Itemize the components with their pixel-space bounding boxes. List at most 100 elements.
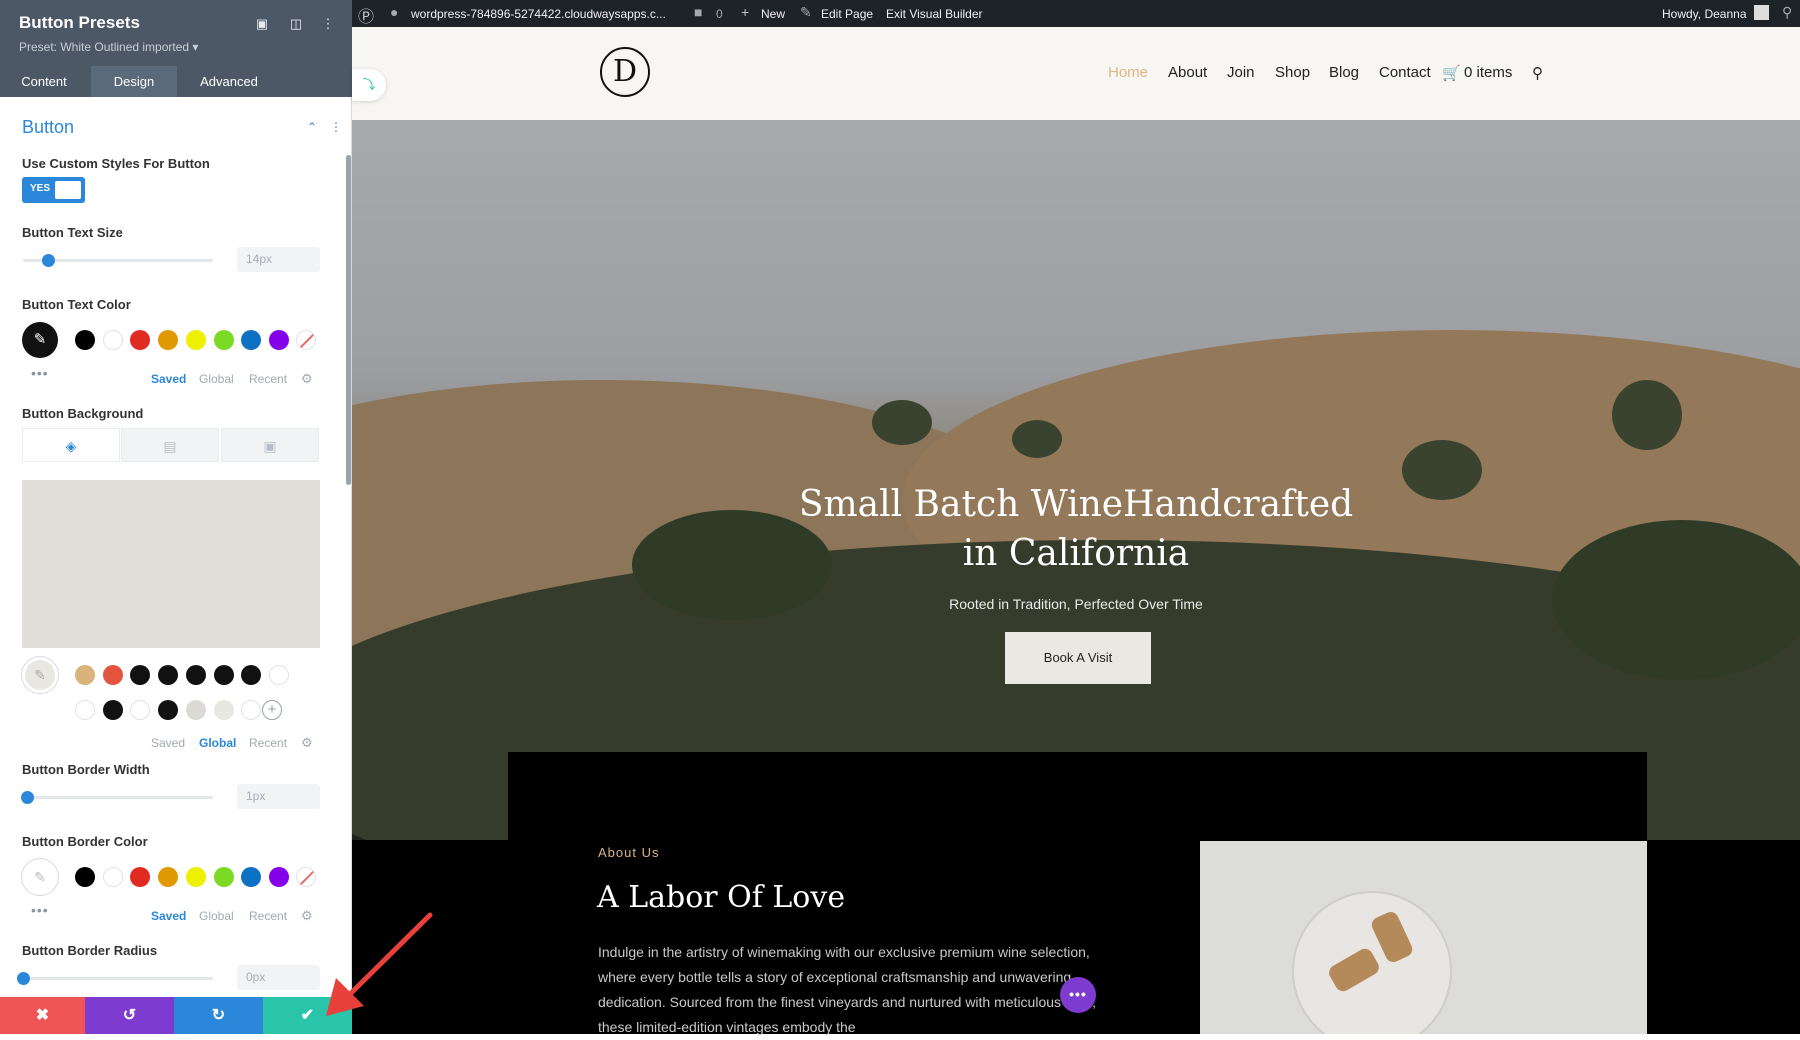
border-width-slider[interactable]	[23, 796, 213, 799]
panel-scrollbar[interactable]	[346, 155, 351, 485]
color-tab-global[interactable]: Global	[199, 372, 234, 386]
background-gradient-tab-icon[interactable]: ▤	[121, 428, 219, 462]
border-width-slider-thumb[interactable]	[20, 791, 34, 804]
color-swatch[interactable]	[213, 867, 234, 887]
background-image-tab-icon[interactable]: ▣	[221, 428, 319, 462]
site-name-link[interactable]: wordpress-784896-5274422.cloudwaysapps.c…	[411, 7, 666, 21]
color-swatch[interactable]	[185, 867, 206, 887]
color-swatch[interactable]	[75, 867, 95, 887]
text-size-slider-thumb[interactable]	[41, 254, 55, 267]
gear-icon[interactable]: ⚙	[301, 371, 313, 387]
color-swatch[interactable]	[102, 867, 123, 887]
color-swatch[interactable]	[102, 330, 123, 350]
bg-color-tab-saved[interactable]: Saved	[151, 736, 185, 750]
comments-count[interactable]: 0	[716, 7, 723, 21]
nav-join[interactable]: Join	[1227, 64, 1255, 81]
no-color-swatch[interactable]	[296, 330, 316, 350]
border-radius-input[interactable]: 0px	[237, 965, 320, 990]
color-swatch[interactable]	[268, 330, 289, 350]
builder-handle-icon[interactable]: ⤵	[352, 69, 386, 101]
more-swatches-icon[interactable]: •••	[31, 365, 49, 381]
global-color-swatch[interactable]	[158, 665, 179, 685]
cancel-button[interactable]: ✖	[0, 997, 85, 1034]
preset-selector[interactable]: Preset: White Outlined imported ▾	[19, 40, 198, 54]
color-swatch[interactable]	[75, 330, 95, 350]
background-color-preview[interactable]	[22, 480, 320, 648]
expand-icon[interactable]: ▣	[252, 14, 272, 34]
more-options-icon[interactable]: ⋮	[318, 14, 338, 34]
nav-home[interactable]: Home	[1108, 64, 1148, 81]
bg-color-tab-global[interactable]: Global	[199, 736, 236, 750]
global-color-swatch[interactable]	[75, 700, 95, 720]
tab-content[interactable]: Content	[0, 66, 88, 97]
no-color-swatch[interactable]	[296, 867, 316, 887]
pencil-icon[interactable]: ✎	[800, 4, 812, 21]
undo-button[interactable]: ↺	[85, 997, 174, 1034]
border-more-swatches-icon[interactable]: •••	[31, 902, 49, 918]
user-greeting[interactable]: Howdy, Deanna	[1662, 7, 1747, 21]
site-search-icon[interactable]: ⚲	[1532, 64, 1543, 82]
book-visit-button[interactable]: Book A Visit	[1005, 632, 1151, 684]
sidebar-toggle-icon[interactable]: ◫	[286, 14, 306, 34]
tab-design[interactable]: Design	[91, 66, 177, 97]
add-color-icon[interactable]: +	[262, 700, 282, 720]
site-logo[interactable]: D	[600, 47, 650, 97]
border-gear-icon[interactable]: ⚙	[301, 908, 313, 924]
group-title[interactable]: Button	[22, 117, 74, 138]
bg-gear-icon[interactable]: ⚙	[301, 735, 313, 751]
eyedropper-icon[interactable]: ✎	[22, 322, 58, 358]
global-color-swatch[interactable]	[185, 700, 206, 720]
global-color-swatch[interactable]	[213, 700, 234, 720]
global-color-swatch[interactable]	[268, 665, 289, 685]
color-swatch[interactable]	[213, 330, 234, 350]
wordpress-icon[interactable]: Ⓟ	[358, 3, 374, 27]
color-swatch[interactable]	[185, 330, 206, 350]
global-color-swatch[interactable]	[102, 665, 123, 685]
user-avatar[interactable]	[1754, 5, 1769, 20]
global-color-swatch[interactable]	[75, 665, 95, 685]
builder-menu-button[interactable]: •••	[1060, 977, 1096, 1013]
global-color-swatch[interactable]	[185, 665, 206, 685]
new-link[interactable]: New	[761, 7, 785, 21]
global-color-swatch[interactable]	[130, 700, 151, 720]
color-swatch[interactable]	[130, 330, 151, 350]
color-swatch[interactable]	[268, 867, 289, 887]
background-color-tab-icon[interactable]: ◈	[22, 428, 120, 462]
border-color-tab-saved[interactable]: Saved	[151, 909, 186, 923]
color-swatch[interactable]	[158, 867, 179, 887]
global-color-swatch[interactable]	[130, 665, 151, 685]
border-width-input[interactable]: 1px	[237, 784, 320, 809]
color-swatch[interactable]	[158, 330, 179, 350]
nav-shop[interactable]: Shop	[1275, 64, 1310, 81]
tab-advanced[interactable]: Advanced	[180, 66, 278, 97]
global-color-swatch[interactable]	[213, 665, 234, 685]
cart-count[interactable]: 0 items	[1464, 64, 1512, 81]
global-color-swatch[interactable]	[102, 700, 123, 720]
exit-builder-link[interactable]: Exit Visual Builder	[886, 7, 983, 21]
nav-blog[interactable]: Blog	[1329, 64, 1359, 81]
comments-icon[interactable]: ■	[694, 4, 702, 20]
color-swatch[interactable]	[130, 867, 151, 887]
color-tab-saved[interactable]: Saved	[151, 372, 186, 386]
global-color-swatch[interactable]	[241, 700, 262, 720]
border-eyedropper-icon[interactable]: ✎	[22, 859, 58, 895]
cart-icon[interactable]: 🛒	[1442, 64, 1461, 82]
global-color-swatch[interactable]	[158, 700, 179, 720]
nav-contact[interactable]: Contact	[1379, 64, 1431, 81]
background-eyedropper-icon[interactable]: ✎	[22, 657, 58, 693]
border-radius-slider[interactable]	[23, 977, 213, 980]
chevron-up-icon[interactable]: ⌃	[307, 120, 317, 134]
nav-about[interactable]: About	[1168, 64, 1207, 81]
custom-styles-toggle[interactable]: YES	[22, 177, 85, 203]
color-tab-recent[interactable]: Recent	[249, 372, 287, 386]
bg-color-tab-recent[interactable]: Recent	[249, 736, 287, 750]
border-color-tab-global[interactable]: Global	[199, 909, 234, 923]
text-size-input[interactable]: 14px	[237, 247, 320, 272]
search-icon[interactable]: ⚲	[1782, 4, 1792, 21]
border-radius-slider-thumb[interactable]	[17, 972, 30, 985]
color-swatch[interactable]	[241, 867, 262, 887]
edit-page-link[interactable]: Edit Page	[821, 7, 873, 21]
group-options-icon[interactable]: ⋮	[330, 120, 342, 134]
dashboard-icon[interactable]: ●	[390, 4, 398, 20]
color-swatch[interactable]	[241, 330, 262, 350]
